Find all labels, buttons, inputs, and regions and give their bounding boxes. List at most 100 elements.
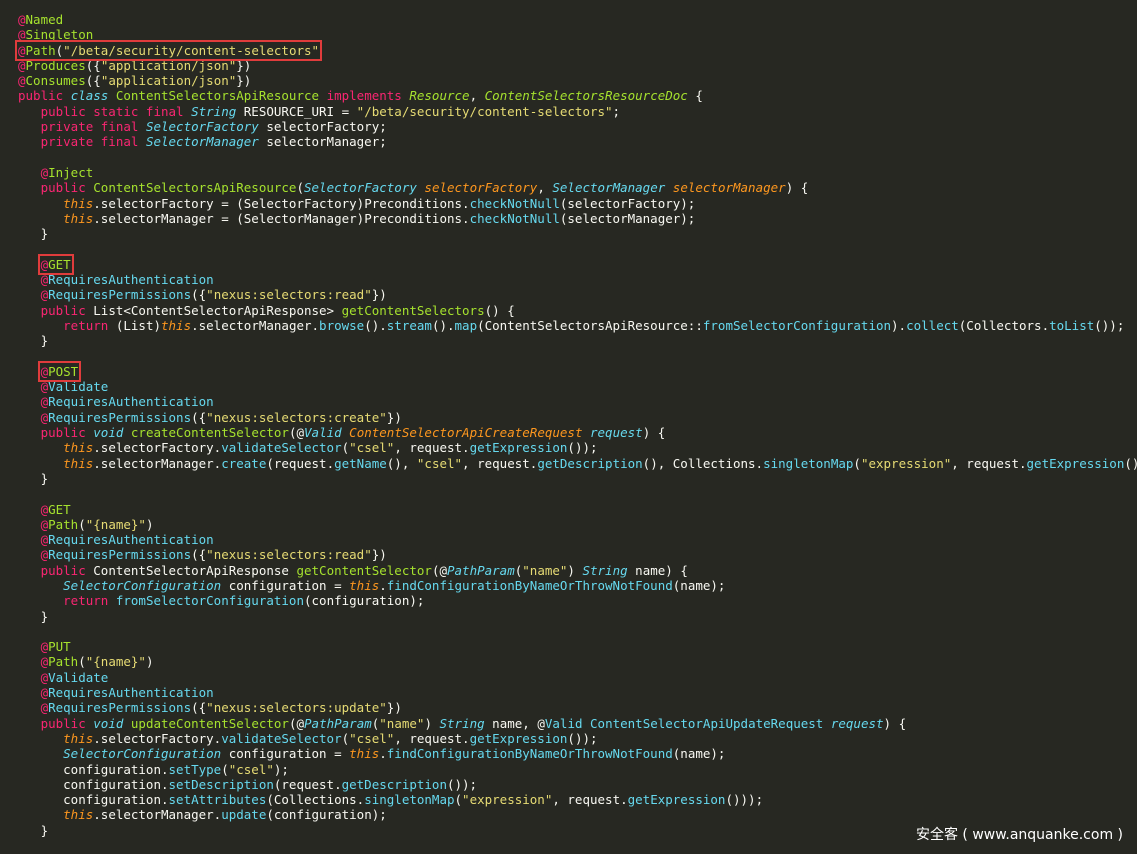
code-line: public static final String RESOURCE_URI … xyxy=(18,104,1137,119)
code-token: @ xyxy=(18,394,49,410)
code-line: this.selectorManager.create(request.getN… xyxy=(18,456,1137,471)
code-token: map xyxy=(454,317,478,333)
code-token: ({ xyxy=(191,409,207,425)
code-token: this xyxy=(63,210,94,226)
code-token: getExpression xyxy=(627,792,726,808)
code-token: this xyxy=(63,195,94,211)
code-token: updateContentSelector xyxy=(130,715,289,731)
code-token: ContentSelectorApiUpdateRequest xyxy=(590,715,831,731)
code-token: .selectorManager = (SelectorManager)Prec… xyxy=(93,210,470,226)
code-line: @Validate xyxy=(18,379,1137,394)
code-token: checkNotNull xyxy=(469,210,560,226)
code-token: ContentSelectorApiCreateRequest xyxy=(349,425,583,441)
code-line: return (List)this.selectorManager.browse… xyxy=(18,318,1137,333)
code-line: SelectorConfiguration configuration = th… xyxy=(18,578,1137,593)
code-line: @Inject xyxy=(18,165,1137,180)
code-token: RequiresAuthentication xyxy=(48,272,214,288)
code-token: createContentSelector xyxy=(130,425,289,441)
code-token: ( xyxy=(454,792,463,808)
code-token: configuration = xyxy=(221,746,350,762)
code-token: fromSelectorConfiguration xyxy=(115,593,304,609)
code-token: RequiresAuthentication xyxy=(48,532,214,548)
code-line: @RequiresAuthentication xyxy=(18,685,1137,700)
code-token: (name); xyxy=(672,746,726,762)
code-token: .selectorFactory. xyxy=(93,440,222,456)
highlight-box: @POST xyxy=(37,360,82,382)
code-token: public static final xyxy=(18,103,192,119)
code-token: SelectorManager xyxy=(145,134,259,150)
code-token: ; xyxy=(612,103,621,119)
code-token: SelectorFactory xyxy=(145,119,259,135)
code-token: configuration. xyxy=(18,792,169,808)
code-token: checkNotNull xyxy=(469,195,560,211)
code-token: public xyxy=(18,425,94,441)
code-token: "nexus:selectors:update" xyxy=(206,700,387,716)
code-line: public void createContentSelector(@Valid… xyxy=(18,425,1137,440)
code-token: (). xyxy=(364,317,387,333)
code-token: RequiresPermissions xyxy=(48,409,192,425)
code-token: String xyxy=(439,715,485,731)
code-token: SelectorManager xyxy=(552,180,666,196)
code-token: , request. xyxy=(462,455,538,471)
code-token: ) { xyxy=(642,425,666,441)
code-line: this.selectorFactory = (SelectorFactory)… xyxy=(18,196,1137,211)
code-token: }) xyxy=(236,73,252,89)
code-token: return xyxy=(18,593,116,609)
code-token: this xyxy=(63,455,94,471)
code-token: this xyxy=(63,440,94,456)
code-line: @RequiresAuthentication xyxy=(18,532,1137,547)
code-token: (request. xyxy=(266,455,335,471)
code-line: } xyxy=(18,471,1137,486)
code-token: (@ xyxy=(288,425,305,441)
code-token: class xyxy=(70,88,116,104)
code-token: () { xyxy=(484,302,515,318)
code-token: getExpression xyxy=(469,730,568,746)
code-token: ContentSelectorsResourceDoc xyxy=(484,88,688,104)
code-token: , request. xyxy=(552,792,628,808)
code-token: ( xyxy=(78,516,86,532)
watermark-text: 安全客 ( www.anquanke.com ) xyxy=(915,827,1123,843)
code-token: this xyxy=(161,317,192,333)
code-token: singletonMap xyxy=(364,792,455,808)
code-token: RequiresPermissions xyxy=(48,287,192,303)
code-token: configuration. xyxy=(18,776,169,792)
code-token: request xyxy=(830,715,884,731)
code-token: this xyxy=(63,730,94,746)
code-token: , request. xyxy=(951,455,1027,471)
code-token: (List) xyxy=(115,317,161,333)
code-token: (@ xyxy=(288,715,305,731)
code-token: @ xyxy=(18,669,49,685)
code-token: (). xyxy=(431,317,455,333)
code-token: @ xyxy=(18,685,49,701)
code-token: ({ xyxy=(191,700,207,716)
code-view[interactable]: @Named @Singleton @Path("/beta/security/co… xyxy=(14,12,1137,838)
code-token: create xyxy=(221,455,267,471)
code-token: } xyxy=(18,608,49,624)
code-line: public ContentSelectorApiResponse getCon… xyxy=(18,563,1137,578)
code-token: @ xyxy=(18,547,49,563)
code-token: ContentSelectorsApiResource xyxy=(93,180,297,196)
code-token: ()); xyxy=(567,730,598,746)
code-token: GET xyxy=(48,501,71,517)
code-line: @POST xyxy=(18,360,1137,382)
code-token: validateSelector xyxy=(221,440,342,456)
code-token: .selectorManager. xyxy=(93,807,222,823)
code-token: .selectorManager. xyxy=(93,455,222,471)
code-token: .selectorFactory. xyxy=(93,730,222,746)
code-token: ) { xyxy=(785,180,809,196)
code-line: @RequiresAuthentication xyxy=(18,394,1137,409)
code-line: @RequiresPermissions({"nexus:selectors:u… xyxy=(18,700,1137,715)
code-token: (selectorManager); xyxy=(559,210,696,226)
code-line: this.selectorManager.update(configuratio… xyxy=(18,807,1137,822)
code-token: Path xyxy=(25,42,56,58)
code-token: "csel" xyxy=(228,761,274,777)
code-line: @Path("/beta/security/content-selectors" xyxy=(14,39,1137,61)
code-token: implements xyxy=(326,88,410,104)
